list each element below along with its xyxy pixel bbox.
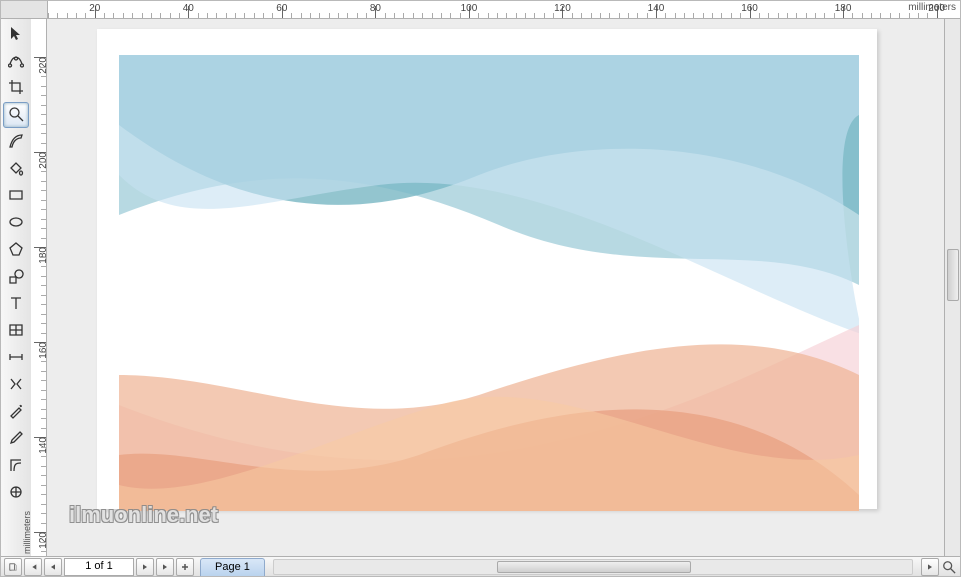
ruler-h-label: 20 bbox=[89, 3, 100, 14]
wand-icon bbox=[8, 403, 24, 422]
shapes-icon bbox=[8, 268, 24, 287]
vertical-ruler[interactable]: millimeters 120140160180200220 bbox=[31, 19, 47, 556]
ellipse-icon bbox=[8, 214, 24, 233]
shape-tool[interactable] bbox=[3, 48, 29, 74]
prev-page-button[interactable] bbox=[44, 558, 62, 576]
table-icon bbox=[8, 322, 24, 341]
add-page-button[interactable] bbox=[176, 558, 194, 576]
ruler-h-label: 200 bbox=[928, 3, 945, 14]
page-counter-display[interactable]: 1 of 1 bbox=[64, 558, 134, 576]
dimension-icon bbox=[8, 349, 24, 368]
nodes-icon bbox=[8, 52, 24, 71]
zoom-tool[interactable] bbox=[3, 102, 29, 128]
freehand-tool[interactable] bbox=[3, 129, 29, 155]
ruler-h-label: 180 bbox=[835, 3, 852, 14]
ruler-unit-label-vertical: millimeters bbox=[22, 511, 32, 554]
bucket-icon bbox=[8, 160, 24, 179]
text-icon bbox=[8, 295, 24, 314]
eyedropper-tool[interactable] bbox=[3, 426, 29, 452]
ruler-h-label: 40 bbox=[183, 3, 194, 14]
crop-icon bbox=[8, 79, 24, 98]
outline-tool[interactable] bbox=[3, 453, 29, 479]
vertical-scrollbar[interactable] bbox=[944, 19, 960, 556]
effects-tool[interactable] bbox=[3, 399, 29, 425]
vertical-scrollbar-thumb[interactable] bbox=[947, 249, 959, 301]
dropper-icon bbox=[8, 430, 24, 449]
status-bar: 1 of 1 Page 1 bbox=[1, 556, 960, 576]
connector-tool[interactable] bbox=[3, 372, 29, 398]
drawing-artwork[interactable] bbox=[119, 55, 859, 511]
ruler-h-label: 140 bbox=[648, 3, 665, 14]
watermark-text: ilmuonline.net bbox=[69, 502, 218, 528]
basic-shapes-tool[interactable] bbox=[3, 264, 29, 290]
smart-fill-tool[interactable] bbox=[3, 156, 29, 182]
ruler-origin-corner[interactable] bbox=[1, 1, 48, 18]
rectangle-tool[interactable] bbox=[3, 183, 29, 209]
ruler-h-label: 60 bbox=[276, 3, 287, 14]
next-page-button[interactable] bbox=[136, 558, 154, 576]
cursor-icon bbox=[8, 25, 24, 44]
ruler-h-label: 100 bbox=[461, 3, 478, 14]
scroll-right-button[interactable] bbox=[921, 558, 939, 576]
outline-icon bbox=[8, 457, 24, 476]
toolbox-panel bbox=[1, 19, 32, 556]
ruler-h-label: 160 bbox=[741, 3, 758, 14]
rect-icon bbox=[8, 187, 24, 206]
canvas-area[interactable]: ilmuonline.net bbox=[47, 19, 944, 556]
table-tool[interactable] bbox=[3, 318, 29, 344]
ellipse-tool[interactable] bbox=[3, 210, 29, 236]
navigator-icon[interactable] bbox=[941, 559, 957, 575]
fill-icon bbox=[8, 484, 24, 503]
fill-tool[interactable] bbox=[3, 480, 29, 506]
ruler-h-label: 80 bbox=[370, 3, 381, 14]
dimension-tool[interactable] bbox=[3, 345, 29, 371]
doc-nav-icon[interactable] bbox=[4, 558, 22, 576]
horizontal-scrollbar[interactable] bbox=[273, 559, 913, 575]
polygon-tool[interactable] bbox=[3, 237, 29, 263]
crop-tool[interactable] bbox=[3, 75, 29, 101]
last-page-button[interactable] bbox=[156, 558, 174, 576]
horizontal-ruler[interactable]: millimeters 20406080100120140160180200 bbox=[48, 1, 960, 18]
horizontal-scrollbar-thumb[interactable] bbox=[497, 561, 690, 573]
text-tool[interactable] bbox=[3, 291, 29, 317]
pen-icon bbox=[8, 133, 24, 152]
zoom-icon bbox=[8, 106, 24, 125]
pick-tool[interactable] bbox=[3, 21, 29, 47]
first-page-button[interactable] bbox=[24, 558, 42, 576]
polygon-icon bbox=[8, 241, 24, 260]
connector-icon bbox=[8, 376, 24, 395]
ruler-h-label: 120 bbox=[554, 3, 571, 14]
page-tab-1[interactable]: Page 1 bbox=[200, 558, 265, 576]
